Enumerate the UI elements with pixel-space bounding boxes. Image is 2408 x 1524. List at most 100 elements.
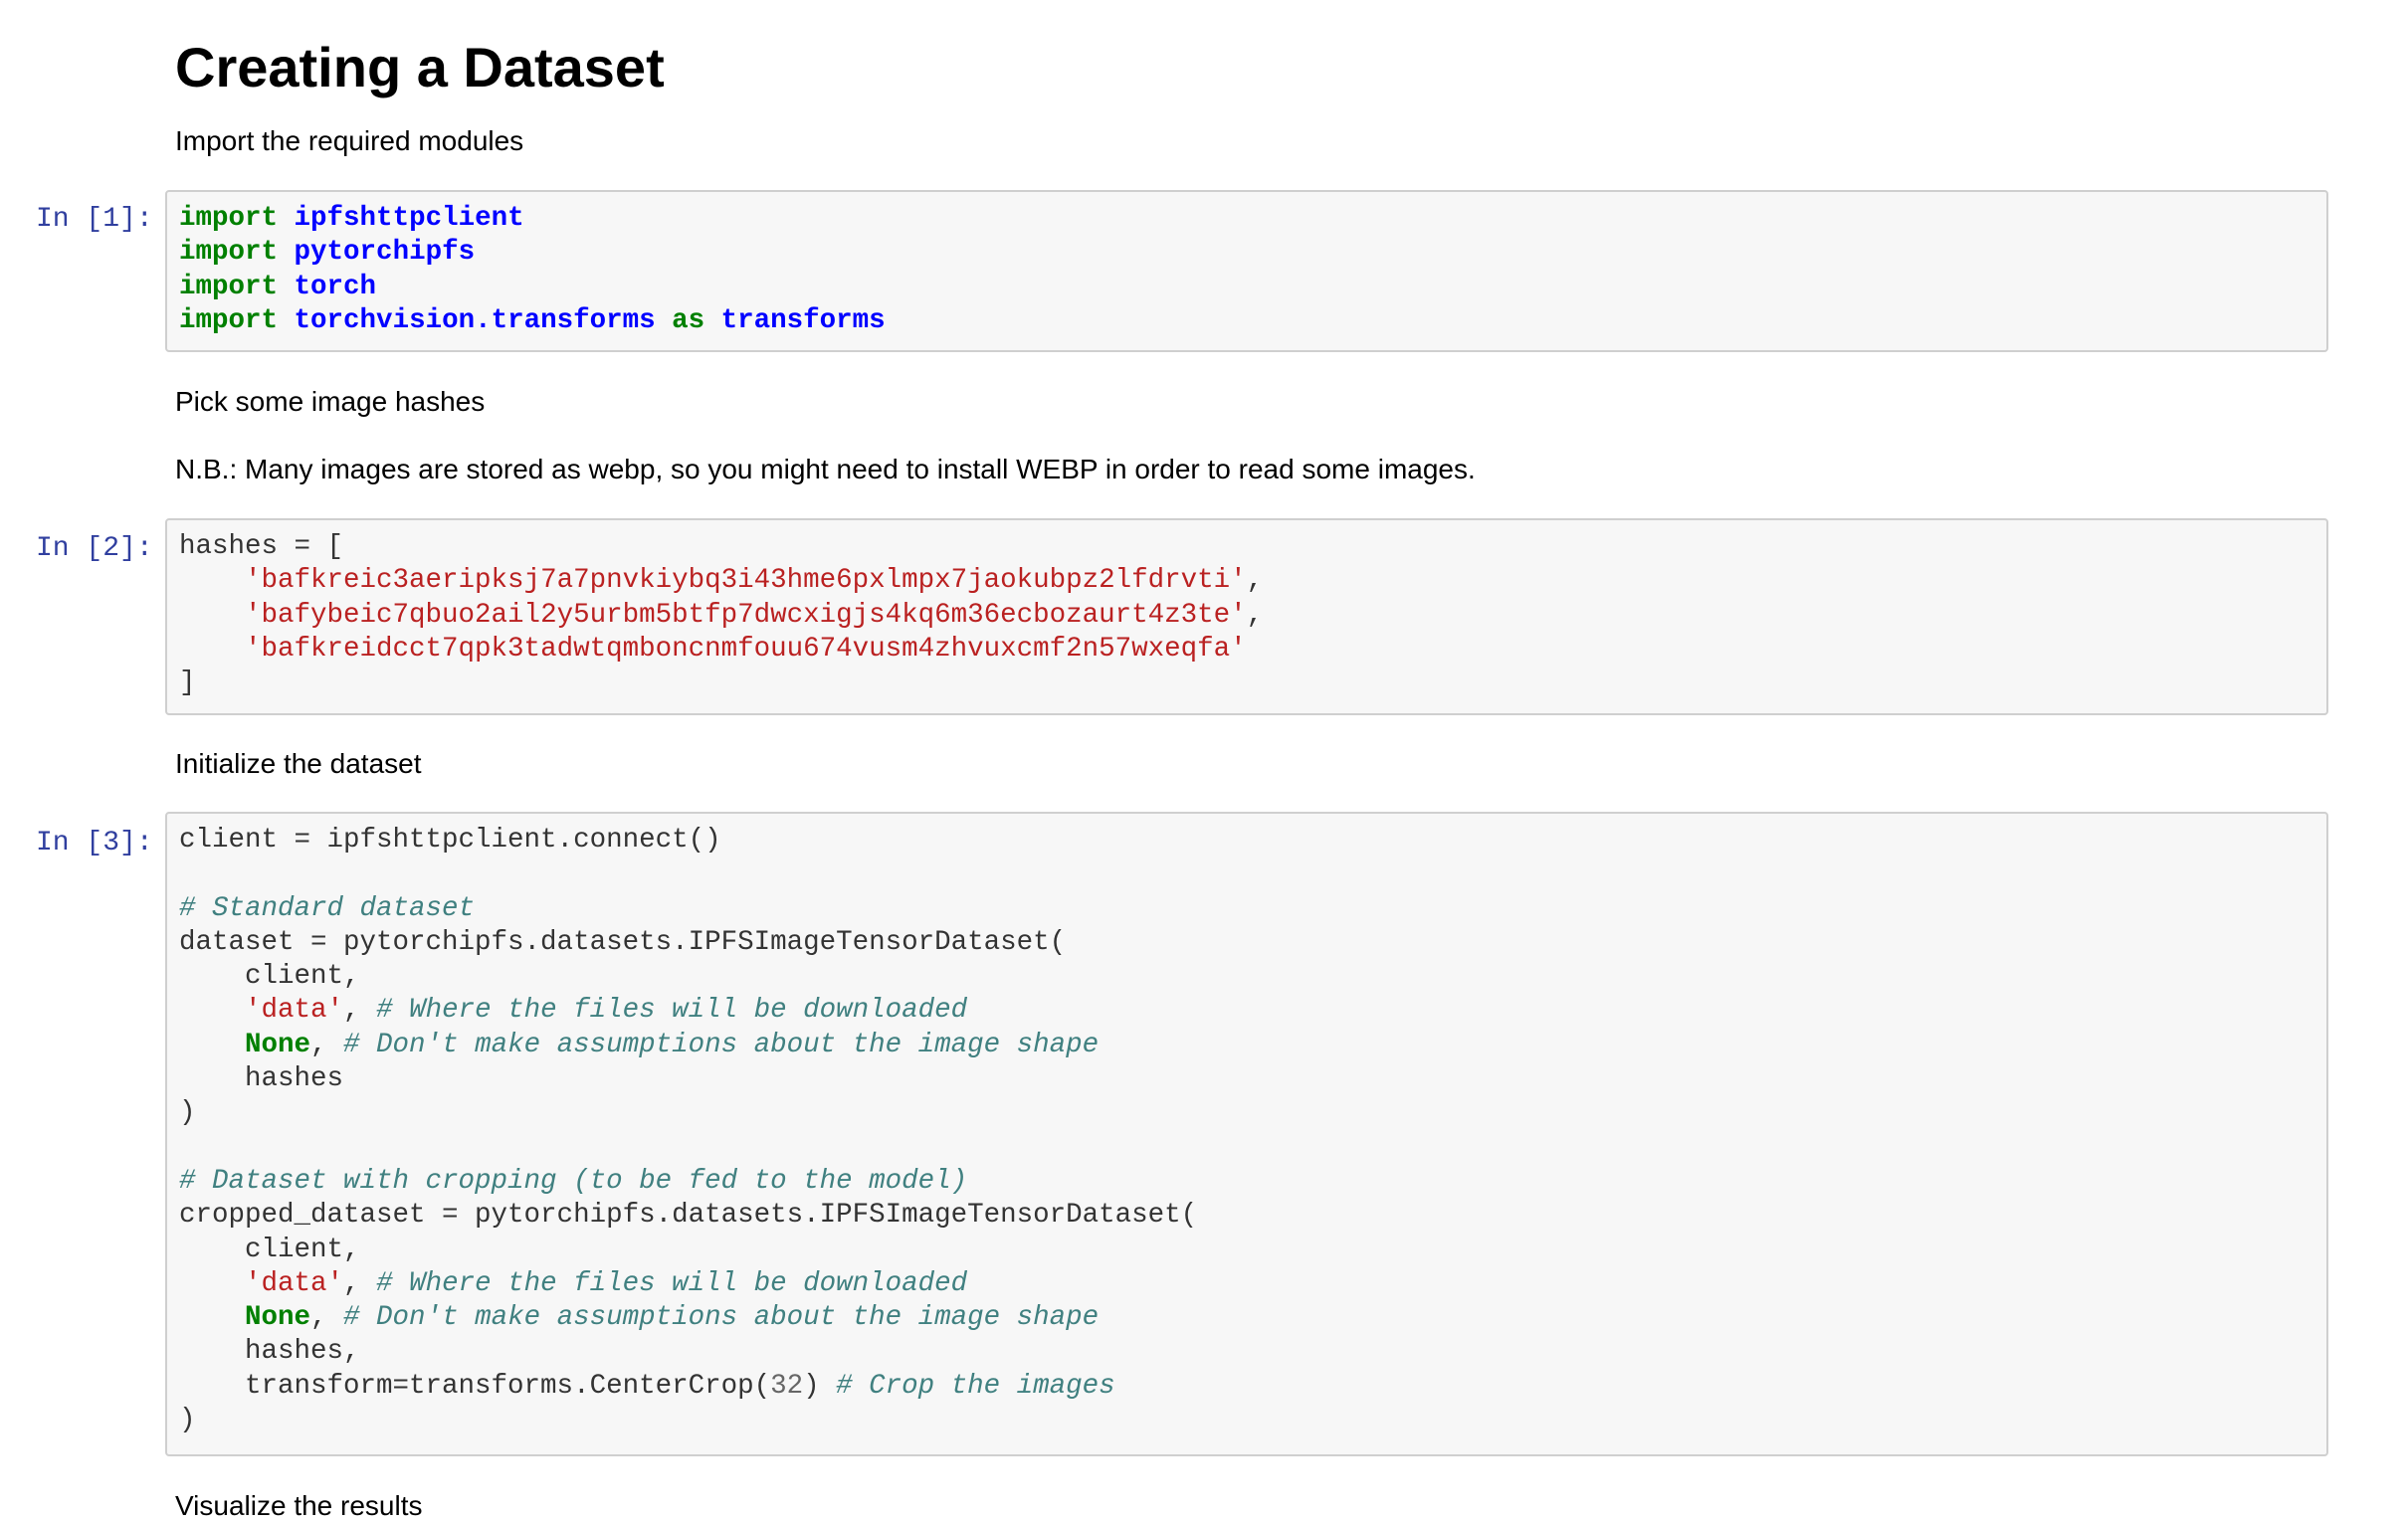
code-line: 'data', # Where the files will be downlo…	[179, 994, 2314, 1028]
code-line: 'bafybeic7qbuo2ail2y5urbm5btfp7dwcxigjs4…	[179, 599, 2314, 633]
code-token: ipfshttpclient	[294, 203, 524, 234]
code-token: # Dataset with cropping (to be fed to th…	[179, 1165, 968, 1197]
code-token: 'bafkreic3aeripksj7a7pnvkiybq3i43hme6pxl…	[245, 565, 1247, 597]
code-token: # Don't make assumptions about the image…	[343, 1029, 1100, 1060]
code-token: import	[179, 203, 279, 234]
code-token: transforms	[720, 304, 886, 336]
code-token: # Don't make assumptions about the image…	[343, 1302, 1100, 1334]
code-token: 'data'	[245, 995, 344, 1027]
code-token: client,	[179, 1234, 360, 1265]
code-line: ]	[179, 667, 2314, 700]
code-token: client = ipfshttpclient.connect()	[179, 825, 721, 856]
code-line: 'bafkreidcct7qpk3tadwtqmboncnmfouu674vus…	[179, 633, 2314, 667]
markdown-import-modules[interactable]: Import the required modules	[175, 123, 523, 159]
code-cell-3-source[interactable]: client = ipfshttpclient.connect() # Stand…	[179, 824, 2314, 1437]
code-token: ]	[179, 667, 196, 699]
notebook: Creating a Dataset Import the required m…	[0, 0, 2408, 1521]
code-line: import torch	[179, 271, 2314, 304]
cell-3-prompt: In [3]:	[36, 828, 153, 858]
code-cell-3[interactable]: client = ipfshttpclient.connect() # Stand…	[165, 812, 2328, 1456]
page-title: Creating a Dataset	[175, 36, 665, 98]
code-token: # Standard dataset	[179, 892, 476, 924]
code-token: hashes	[179, 1063, 344, 1095]
code-line: # Standard dataset	[179, 892, 2314, 926]
code-token: None	[245, 1302, 311, 1334]
code-token: transform=transforms.CenterCrop(	[179, 1370, 771, 1402]
code-token: )	[803, 1370, 837, 1402]
markdown-initialize-dataset[interactable]: Initialize the dataset	[175, 746, 422, 782]
code-token: 'bafkreidcct7qpk3tadwtqmboncnmfouu674vus…	[245, 633, 1247, 665]
code-token: 'bafybeic7qbuo2ail2y5urbm5btfp7dwcxigjs4…	[245, 599, 1247, 631]
code-token: ,	[343, 995, 377, 1027]
code-line: 'data', # Where the files will be downlo…	[179, 1267, 2314, 1301]
code-token: as	[672, 304, 705, 336]
code-cell-1[interactable]: import ipfshttpclient import pytorchipfs i…	[165, 190, 2328, 352]
code-token: hashes = [	[179, 531, 344, 562]
code-line: hashes	[179, 1062, 2314, 1096]
code-token: hashes,	[179, 1336, 360, 1368]
code-line: import torchvision.transforms as transfo…	[179, 304, 2314, 338]
code-token: # Where the files will be downloaded	[376, 995, 968, 1027]
code-line: )	[179, 1404, 2314, 1437]
markdown-webp-note[interactable]: N.B.: Many images are stored as webp, so…	[175, 452, 1476, 487]
code-token: ,	[343, 1267, 377, 1299]
code-token: )	[179, 1405, 196, 1436]
markdown-visualize-results[interactable]: Visualize the results	[175, 1488, 423, 1524]
code-line: dataset = pytorchipfs.datasets.IPFSImage…	[179, 926, 2314, 960]
code-cell-1-source[interactable]: import ipfshttpclient import pytorchipfs i…	[179, 202, 2314, 338]
code-token: # Crop the images	[836, 1370, 1115, 1402]
code-line: hashes = [	[179, 530, 2314, 564]
code-line: cropped_dataset = pytorchipfs.datasets.I…	[179, 1199, 2314, 1233]
code-token: torchvision.transforms	[294, 304, 656, 336]
code-token: )	[179, 1097, 196, 1129]
code-token: torch	[294, 271, 377, 302]
cell-1-prompt: In [1]:	[36, 204, 153, 235]
code-token: 'data'	[245, 1267, 344, 1299]
code-line: transform=transforms.CenterCrop(32) # Cr…	[179, 1370, 2314, 1404]
code-cell-2[interactable]: hashes = [ 'bafkreic3aeripksj7a7pnvkiybq…	[165, 518, 2328, 715]
code-line: client,	[179, 1234, 2314, 1267]
markdown-pick-hashes[interactable]: Pick some image hashes	[175, 384, 485, 420]
code-line: import pytorchipfs	[179, 236, 2314, 270]
code-line: import ipfshttpclient	[179, 202, 2314, 236]
code-cell-2-source[interactable]: hashes = [ 'bafkreic3aeripksj7a7pnvkiybq…	[179, 530, 2314, 700]
code-token: cropped_dataset = pytorchipfs.datasets.I…	[179, 1200, 1198, 1232]
code-token: client,	[179, 961, 360, 993]
code-token: import	[179, 271, 279, 302]
code-token: pytorchipfs	[294, 237, 476, 269]
code-token: ,	[1246, 565, 1264, 597]
code-token: dataset = pytorchipfs.datasets.IPFSImage…	[179, 926, 1067, 958]
code-line: hashes,	[179, 1335, 2314, 1369]
code-line: )	[179, 1096, 2314, 1130]
code-line: None, # Don't make assumptions about the…	[179, 1029, 2314, 1062]
code-token: import	[179, 237, 279, 269]
code-line: 'bafkreic3aeripksj7a7pnvkiybq3i43hme6pxl…	[179, 564, 2314, 598]
code-line: None, # Don't make assumptions about the…	[179, 1301, 2314, 1335]
code-token: 32	[770, 1370, 804, 1402]
code-line: client,	[179, 960, 2314, 994]
cell-2-prompt: In [2]:	[36, 533, 153, 564]
code-token: import	[179, 304, 279, 336]
code-token: ,	[1246, 599, 1264, 631]
code-token: None	[245, 1029, 311, 1060]
code-token: # Where the files will be downloaded	[376, 1267, 968, 1299]
code-token: ,	[310, 1302, 344, 1334]
code-line: # Dataset with cropping (to be fed to th…	[179, 1165, 2314, 1199]
code-line: client = ipfshttpclient.connect()	[179, 824, 2314, 857]
code-token: ,	[310, 1029, 344, 1060]
